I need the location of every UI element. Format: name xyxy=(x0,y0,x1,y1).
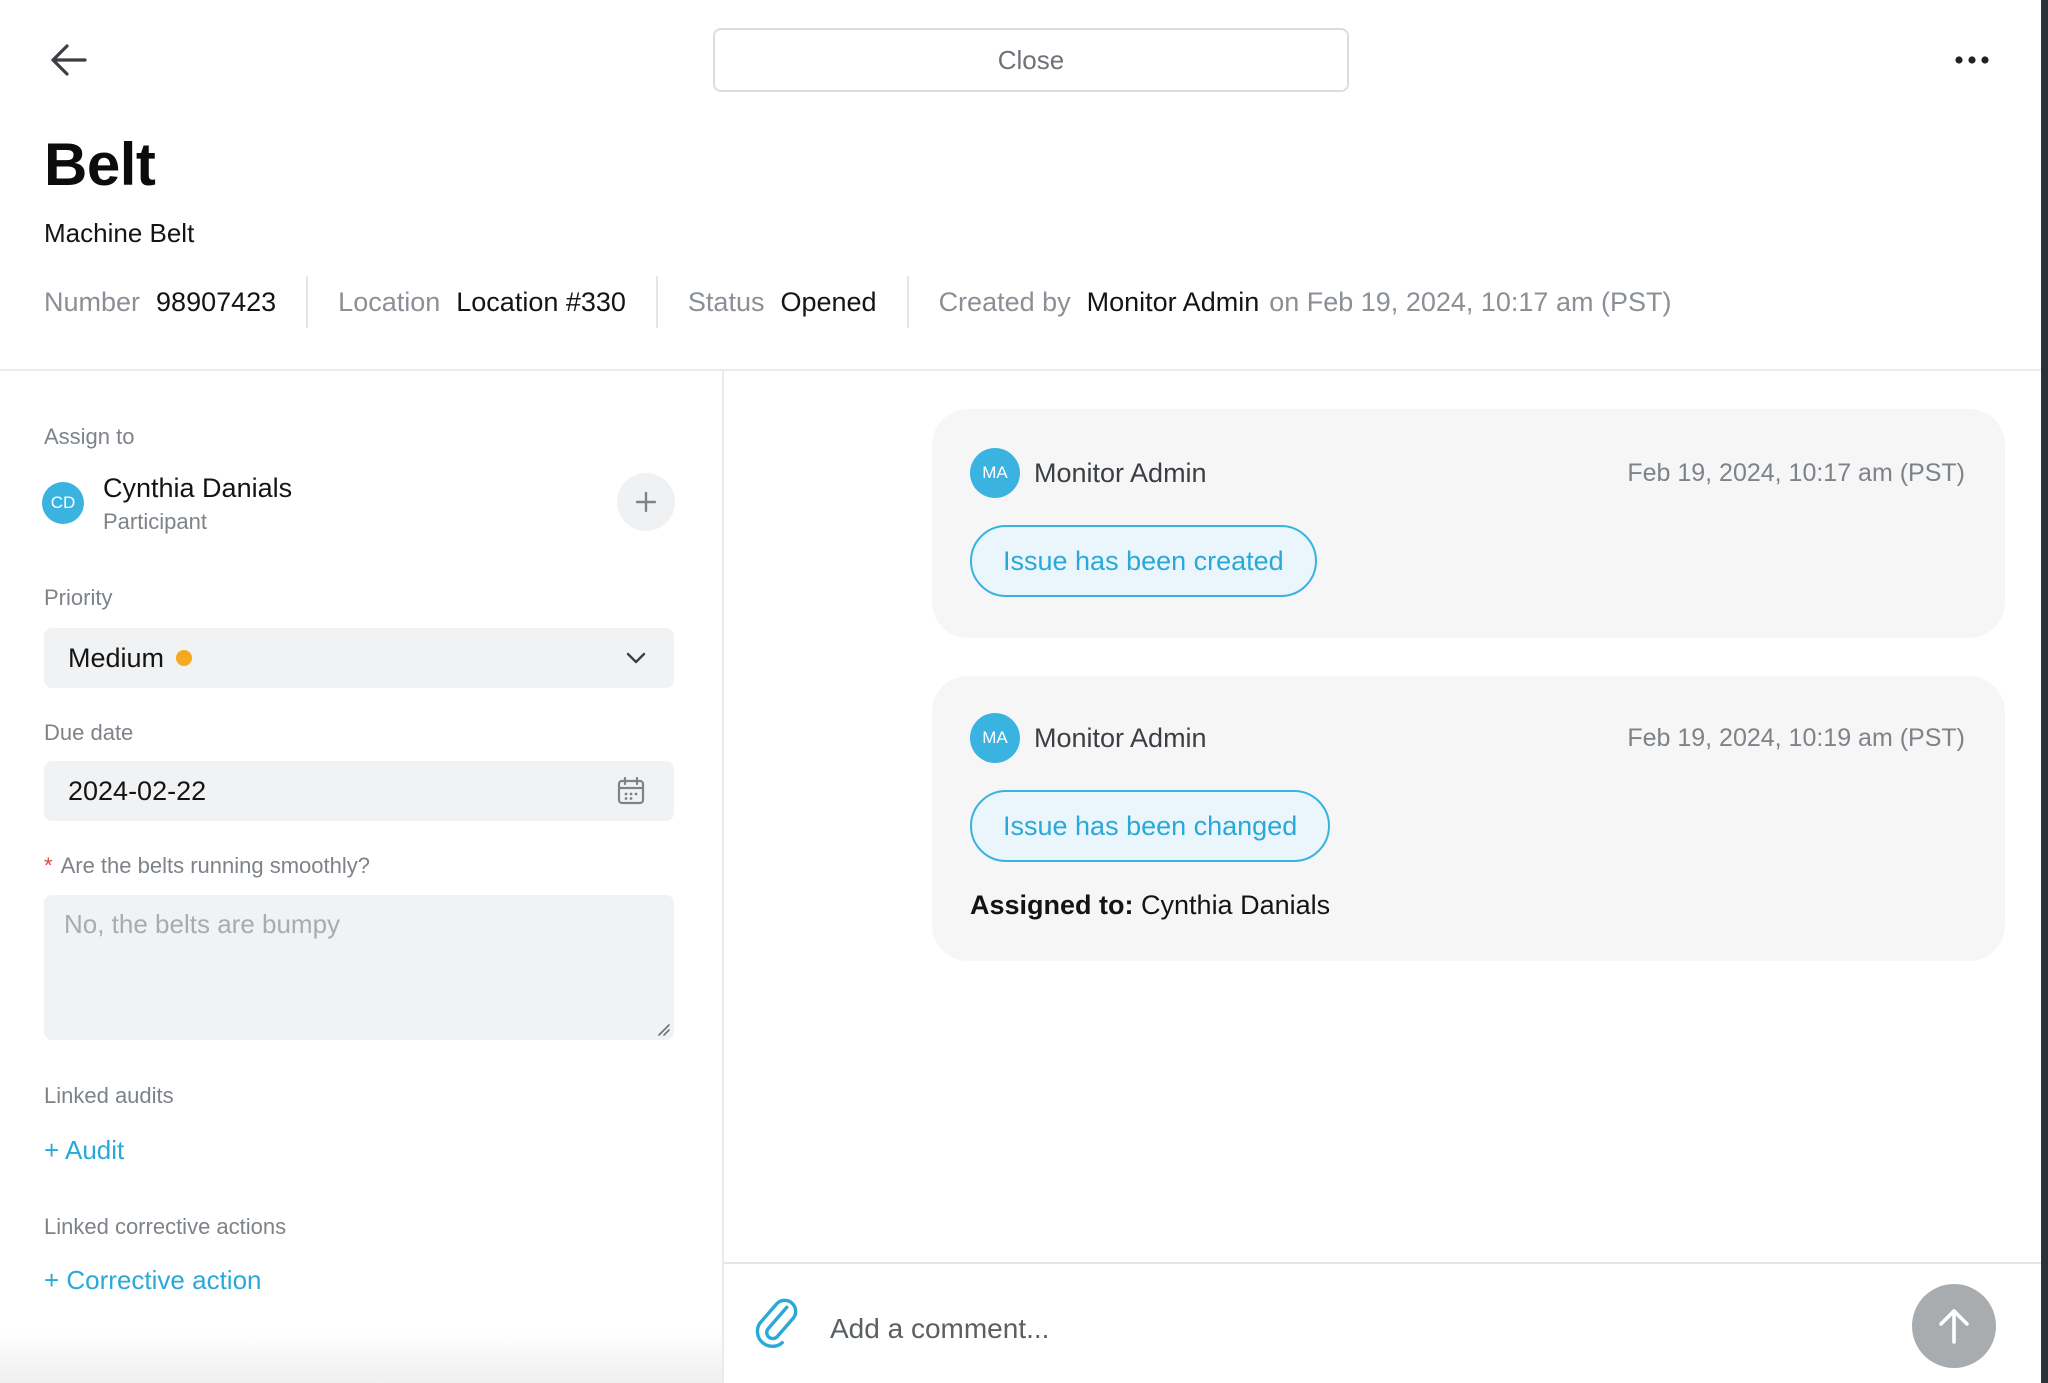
issue-form: Assign to CD Cynthia Danials Participant… xyxy=(0,371,722,1383)
assign-to-label: Assign to xyxy=(44,424,135,449)
issue-title: Belt xyxy=(44,131,156,198)
activity-detail-value: Cynthia Danials xyxy=(1141,890,1331,920)
issue-meta-row: Number 98907423 Location Location #330 S… xyxy=(44,276,1672,328)
required-marker: * xyxy=(44,853,53,878)
author-avatar: MA xyxy=(970,713,1020,763)
activity-event-badge: Issue has been changed xyxy=(970,790,1331,862)
activity-feed: MA Monitor Admin Feb 19, 2024, 10:17 am … xyxy=(724,371,2041,1383)
meta-divider xyxy=(306,276,309,328)
window-edge xyxy=(2041,0,2048,1383)
author-avatar: MA xyxy=(970,448,1020,498)
created-by-value: Monitor Admin xyxy=(1086,286,1260,317)
scroll-fade xyxy=(0,1330,722,1383)
due-date-input[interactable]: 2024-02-22 xyxy=(44,761,674,821)
paperclip-icon xyxy=(755,1298,798,1348)
arrow-up-icon xyxy=(1939,1309,1969,1344)
number-value: 98907423 xyxy=(156,286,277,317)
created-on-value: on Feb 19, 2024, 10:17 am (PST) xyxy=(1269,286,1672,317)
resize-handle-icon[interactable] xyxy=(656,1022,670,1036)
chevron-down-icon xyxy=(626,652,646,664)
due-date-label: Due date xyxy=(44,720,134,745)
linked-corrective-actions-label: Linked corrective actions xyxy=(44,1214,287,1239)
priority-dot xyxy=(176,650,193,666)
issue-detail-panel: Close Belt Machine Belt Number 98907423 … xyxy=(0,0,2041,1383)
activity-detail: Assigned to: Cynthia Danials xyxy=(970,890,1330,921)
created-by-label: Created by xyxy=(938,286,1071,317)
priority-label: Priority xyxy=(44,585,113,610)
calendar-icon xyxy=(617,776,645,805)
activity-card: MA Monitor Admin Feb 19, 2024, 10:19 am … xyxy=(932,676,2005,961)
question-label: * Are the belts running smoothly? xyxy=(44,853,370,879)
priority-value: Medium xyxy=(68,642,165,673)
add-assignee-button[interactable] xyxy=(617,473,675,531)
status-label: Status xyxy=(687,286,765,317)
status-value: Opened xyxy=(780,286,877,317)
comment-input[interactable] xyxy=(830,1304,1790,1354)
meta-divider xyxy=(655,276,658,328)
location-label: Location xyxy=(338,286,441,317)
due-date-value: 2024-02-22 xyxy=(68,775,207,806)
add-audit-link[interactable]: + Audit xyxy=(44,1135,124,1166)
activity-time: Feb 19, 2024, 10:17 am (PST) xyxy=(1627,459,1965,487)
assignee-avatar: CD xyxy=(42,482,84,524)
back-button[interactable] xyxy=(40,36,96,84)
add-corrective-action-link[interactable]: + Corrective action xyxy=(44,1265,261,1296)
activity-author: Monitor Admin xyxy=(1034,458,1207,488)
question-answer-textarea[interactable]: No, the belts are bumpy xyxy=(44,895,674,1040)
assignee-name: Cynthia Danials xyxy=(103,473,293,503)
activity-event-badge: Issue has been created xyxy=(970,525,1317,597)
comment-composer xyxy=(724,1262,2041,1383)
issue-subtitle: Machine Belt xyxy=(44,218,195,248)
priority-select[interactable]: Medium xyxy=(44,628,674,688)
activity-detail-label: Assigned to: xyxy=(970,890,1134,920)
close-button[interactable]: Close xyxy=(713,28,1349,92)
question-placeholder: No, the belts are bumpy xyxy=(64,909,341,939)
question-text: Are the belts running smoothly? xyxy=(60,853,370,878)
meta-divider xyxy=(906,276,909,328)
activity-card: MA Monitor Admin Feb 19, 2024, 10:17 am … xyxy=(932,409,2005,638)
location-value: Location #330 xyxy=(456,286,626,317)
plus-icon xyxy=(635,491,657,513)
send-comment-button[interactable] xyxy=(1912,1284,1996,1368)
number-label: Number xyxy=(44,286,141,317)
arrow-left-icon xyxy=(51,44,87,76)
activity-author: Monitor Admin xyxy=(1034,723,1207,753)
activity-time: Feb 19, 2024, 10:19 am (PST) xyxy=(1627,724,1965,752)
linked-audits-label: Linked audits xyxy=(44,1083,174,1108)
assignee-role: Participant xyxy=(103,509,207,534)
more-options-button[interactable] xyxy=(1950,40,1994,80)
attach-button[interactable] xyxy=(750,1298,804,1357)
ellipsis-icon xyxy=(1955,56,1989,64)
